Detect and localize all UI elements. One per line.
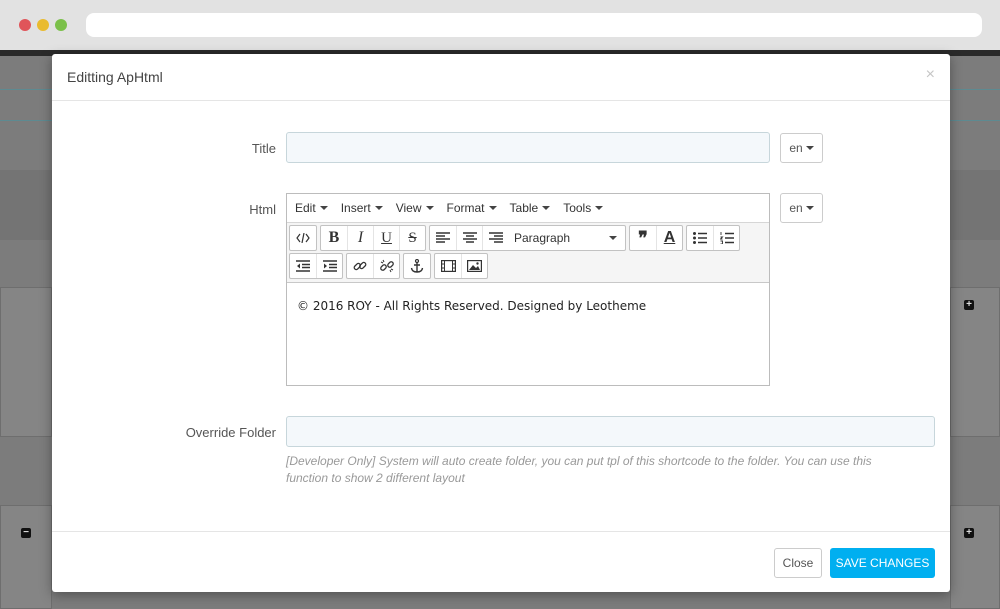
- align-left-icon[interactable]: [430, 226, 456, 250]
- toolbar-group: ❞ A: [629, 225, 683, 251]
- save-changes-button[interactable]: SAVE CHANGES: [830, 548, 935, 578]
- chevron-down-icon: [805, 146, 814, 150]
- block-format-value: Paragraph: [514, 231, 571, 245]
- modal-header: Editting ApHtml ×: [52, 54, 950, 101]
- menu-label: Format: [446, 201, 485, 215]
- chevron-down-icon: [805, 206, 814, 210]
- menu-label: Table: [509, 201, 539, 215]
- address-bar[interactable]: [86, 13, 982, 37]
- bullet-list-icon[interactable]: [687, 226, 713, 250]
- toolbar-group: [403, 253, 431, 279]
- text-color-button[interactable]: A: [656, 226, 682, 250]
- toolbar-group: [434, 253, 488, 279]
- toolbar-group: Paragraph: [429, 225, 626, 251]
- image-icon[interactable]: [461, 254, 487, 278]
- chevron-down-icon: [374, 206, 383, 210]
- underline-button[interactable]: U: [373, 226, 399, 250]
- menu-label: Edit: [295, 201, 316, 215]
- edit-aphtml-modal: Editting ApHtml × Title en Html en Edit …: [52, 54, 950, 592]
- title-language-dropdown[interactable]: en: [780, 133, 823, 163]
- html-language-label: en: [789, 201, 803, 215]
- bold-button[interactable]: B: [321, 226, 347, 250]
- window-minimize-dot[interactable]: [37, 19, 49, 31]
- anchor-icon[interactable]: [404, 254, 430, 278]
- toolbar-row: [289, 253, 767, 279]
- override-folder-input[interactable]: [286, 416, 935, 447]
- modal-footer: Close SAVE CHANGES: [52, 531, 950, 592]
- background-panel: [950, 287, 1000, 437]
- html-language-dropdown[interactable]: en: [780, 193, 823, 223]
- window-close-dot[interactable]: [19, 19, 31, 31]
- chevron-down-icon: [542, 206, 551, 210]
- window-maximize-dot[interactable]: [55, 19, 67, 31]
- override-folder-label: Override Folder: [185, 425, 276, 440]
- editor-content[interactable]: © 2016 ROY - All Rights Reserved. Design…: [287, 283, 769, 329]
- film-icon[interactable]: [435, 254, 461, 278]
- title-language-label: en: [789, 141, 803, 155]
- align-right-icon[interactable]: [482, 226, 508, 250]
- close-icon[interactable]: ×: [926, 67, 935, 83]
- chevron-down-icon: [488, 206, 497, 210]
- menu-view[interactable]: View: [391, 201, 439, 215]
- menu-label: View: [395, 201, 422, 215]
- close-button[interactable]: Close: [774, 548, 822, 578]
- toolbar-group: [289, 225, 317, 251]
- chevron-down-icon: [595, 206, 604, 210]
- chevron-down-icon: [425, 206, 434, 210]
- rich-text-editor: Edit Insert View Format Table Tools B I …: [286, 193, 770, 386]
- align-center-icon[interactable]: [456, 226, 482, 250]
- editor-menubar: Edit Insert View Format Table Tools: [287, 194, 769, 222]
- background-panel: [0, 505, 52, 609]
- html-label: Html: [249, 202, 276, 217]
- toolbar-group: [289, 253, 343, 279]
- chevron-down-icon: [319, 206, 328, 210]
- background-plus-icon: +: [964, 300, 974, 310]
- blockquote-icon[interactable]: ❞: [630, 226, 656, 250]
- italic-button[interactable]: I: [347, 226, 373, 250]
- link-icon[interactable]: [347, 254, 373, 278]
- override-folder-help: [Developer Only] System will auto create…: [286, 454, 872, 485]
- title-input[interactable]: [286, 132, 770, 163]
- toolbar-group: B I U S: [320, 225, 426, 251]
- block-format-select[interactable]: Paragraph: [508, 226, 625, 250]
- background-panel: [0, 287, 52, 437]
- outdent-icon[interactable]: [290, 254, 316, 278]
- menu-label: Insert: [340, 201, 371, 215]
- editor-toolbar: B I U S Paragraph ❞ A: [287, 222, 769, 283]
- chevron-down-icon: [609, 236, 617, 240]
- background-minus-icon: −: [21, 528, 31, 538]
- menu-insert[interactable]: Insert: [336, 201, 388, 215]
- code-icon[interactable]: [290, 226, 316, 250]
- toolbar-group: [346, 253, 400, 279]
- menu-label: Tools: [563, 201, 592, 215]
- strikethrough-button[interactable]: S: [399, 226, 425, 250]
- title-label: Title: [251, 141, 276, 156]
- toolbar-row: B I U S Paragraph ❞ A: [289, 225, 767, 251]
- background-panel: [950, 505, 1000, 609]
- browser-chrome: [0, 0, 1000, 50]
- indent-icon[interactable]: [316, 254, 342, 278]
- menu-edit[interactable]: Edit: [290, 201, 333, 215]
- numbered-list-icon[interactable]: [713, 226, 739, 250]
- menu-tools[interactable]: Tools: [558, 201, 608, 215]
- modal-title: Editting ApHtml: [67, 69, 163, 85]
- toolbar-group: [686, 225, 740, 251]
- menu-table[interactable]: Table: [505, 201, 556, 215]
- background-plus-icon: +: [964, 528, 974, 538]
- unlink-icon[interactable]: [373, 254, 399, 278]
- menu-format[interactable]: Format: [442, 201, 502, 215]
